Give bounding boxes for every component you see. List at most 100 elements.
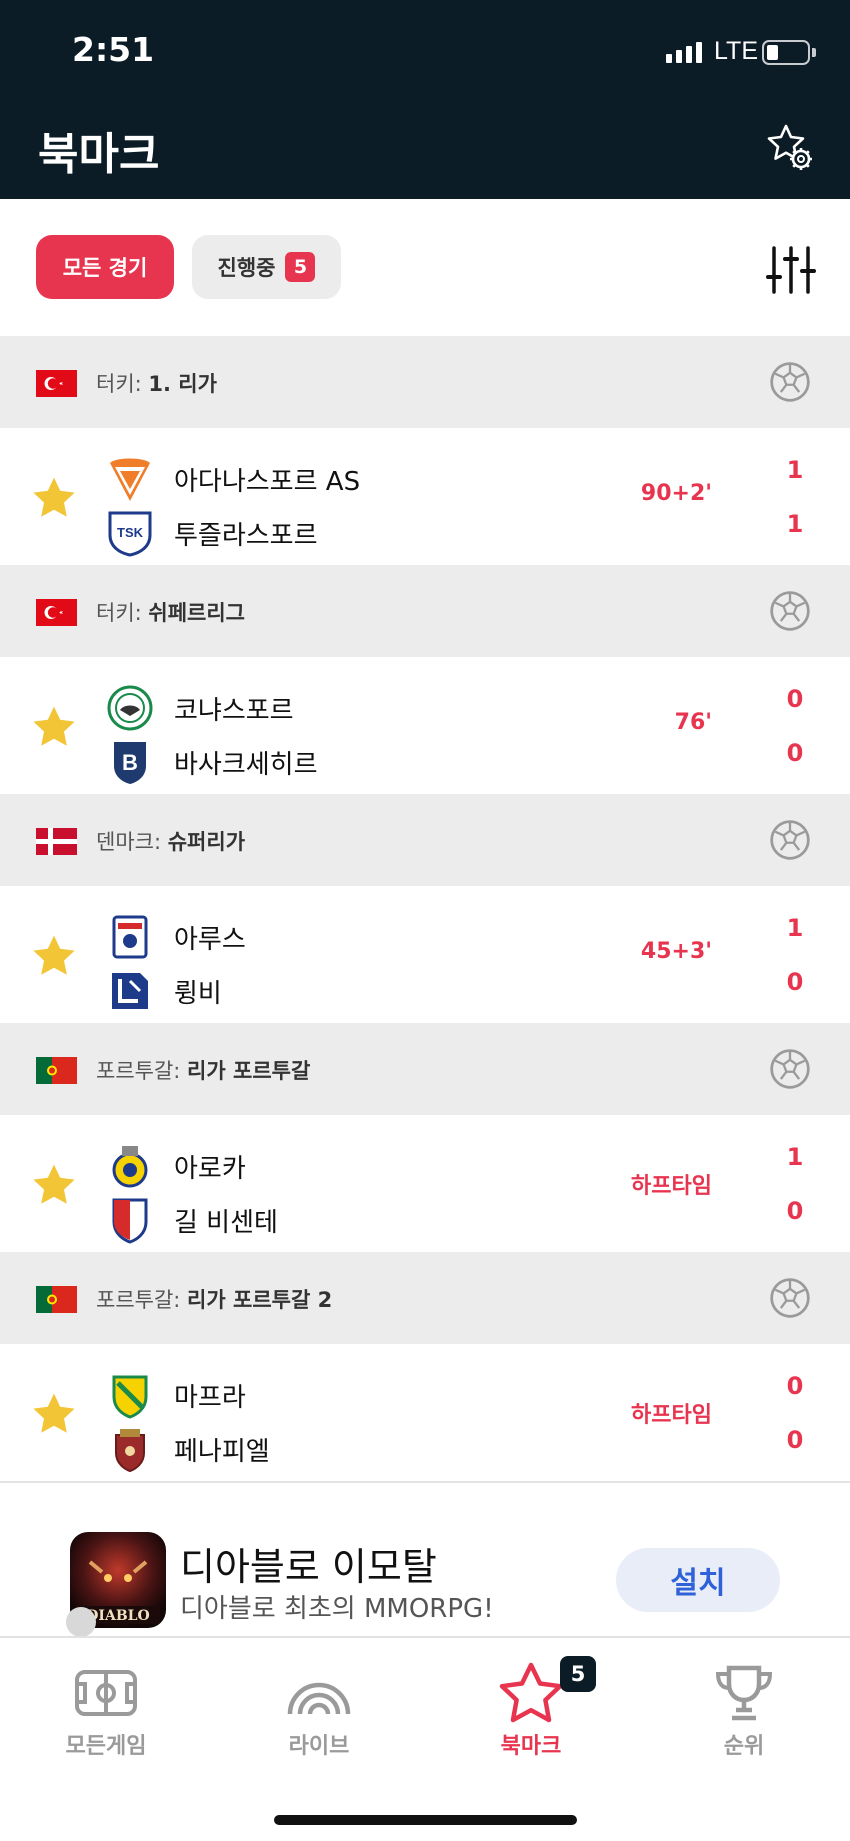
turkey-flag-icon [36, 370, 77, 397]
match-row[interactable]: 마프라 페나피엘 하프타임 0 0 [0, 1344, 850, 1481]
soccer-ball-icon [768, 589, 812, 633]
status-time: 2:51 [72, 30, 155, 69]
home-team-name: 아로카 [174, 1153, 246, 1184]
portugal-flag-icon [36, 1286, 77, 1313]
tab-label: 북마크 [500, 1734, 562, 1759]
tab-label: 라이브 [288, 1734, 350, 1759]
league-country: 포르투갈 [96, 1288, 174, 1312]
network-label: LTE [714, 37, 758, 65]
away-team: B 바사크세히르 [106, 735, 318, 789]
league-name: 터키: 1. 리가 [96, 372, 217, 396]
soccer-ball-icon [768, 1047, 812, 1091]
away-team: 륑비 [106, 964, 222, 1018]
page-title: 북마크 [38, 129, 160, 180]
league-country: 포르투갈 [96, 1059, 174, 1083]
match-time: 하프타임 [631, 1174, 712, 1199]
all-matches-chip[interactable]: 모든 경기 [36, 235, 174, 299]
install-button[interactable]: 설치 [616, 1548, 780, 1612]
bookmark-star-icon[interactable] [30, 932, 78, 980]
star-settings-button[interactable] [764, 122, 816, 174]
match-time: 45+3' [640, 939, 712, 964]
home-team-name: 아다나스포르 AS [174, 466, 361, 497]
away-score: 0 [786, 739, 804, 767]
home-indicator[interactable] [274, 1815, 577, 1825]
home-team: 코냐스포르 [106, 681, 294, 735]
away-team-name: 페나피엘 [174, 1436, 270, 1467]
battery-icon [762, 40, 810, 65]
league-title: 리가 포르투갈 [187, 1059, 311, 1083]
home-score: 1 [786, 914, 804, 942]
home-score: 1 [786, 456, 804, 484]
tab-live[interactable]: 라이브 [234, 1662, 404, 1760]
tab-label: 모든게임 [65, 1734, 147, 1759]
bookmark-star-icon[interactable] [30, 1390, 78, 1438]
league-name: 덴마크: 슈퍼리가 [96, 830, 246, 854]
list-divider [0, 1481, 850, 1483]
filter-chips: 모든 경기 진행중 5 [36, 235, 341, 299]
home-team-name: 코냐스포르 [174, 695, 294, 726]
ad-banner[interactable]: DIABLO 디아블로 이모탈 디아블로 최초의 MMORPG! 설치 [0, 1484, 850, 1637]
bottom-tab-bar: 모든게임 라이브 북마크 5 순위 [0, 1636, 850, 1841]
league-header[interactable]: 덴마크: 슈퍼리가 [0, 794, 850, 886]
trophy-icon [715, 1665, 773, 1721]
live-count-badge: 5 [285, 252, 316, 282]
adanaspor-logo-icon [110, 458, 150, 501]
match-row[interactable]: 아루스 륑비 45+3' 1 0 [0, 886, 850, 1023]
league-country: 덴마크 [96, 830, 154, 854]
filter-button[interactable] [766, 245, 816, 295]
away-score: 0 [786, 1426, 804, 1454]
agf-logo-icon [112, 915, 148, 959]
bookmark-star-icon[interactable] [30, 1161, 78, 1209]
tab-all-games[interactable]: 모든게임 [21, 1662, 191, 1760]
away-score: 0 [786, 1197, 804, 1225]
live-matches-chip[interactable]: 진행중 5 [192, 235, 341, 299]
match-row[interactable]: 코냐스포르 B 바사크세히르 76' 0 0 [0, 657, 850, 794]
tab-standings[interactable]: 순위 [659, 1662, 829, 1760]
portugal-flag-icon [36, 1057, 77, 1084]
star-gear-icon [767, 124, 812, 170]
league-header[interactable]: 포르투갈: 리가 포르투갈 2 [0, 1252, 850, 1344]
match-time: 76' [674, 710, 712, 735]
away-team: 페나피엘 [106, 1422, 270, 1476]
away-team: 길 비센테 [106, 1193, 278, 1247]
soccer-ball-icon [768, 360, 812, 404]
home-score: 1 [786, 1143, 804, 1171]
home-score: 0 [786, 685, 804, 713]
svg-text:B: B [122, 750, 138, 775]
ad-choices-icon[interactable] [66, 1607, 96, 1637]
soccer-ball-icon [768, 818, 812, 862]
away-team-name: 바사크세히르 [174, 749, 318, 780]
league-header[interactable]: 터키: 쉬페르리그 [0, 565, 850, 657]
away-score: 1 [786, 510, 804, 538]
tab-label: 순위 [723, 1734, 765, 1759]
away-team-name: 륑비 [174, 978, 222, 1009]
svg-text:TSK: TSK [117, 525, 144, 540]
match-time: 90+2' [640, 481, 712, 506]
league-header[interactable]: 터키: 1. 리가 [0, 336, 850, 428]
bookmark-star-icon[interactable] [30, 474, 78, 522]
live-icon [287, 1682, 351, 1715]
bookmark-count-badge: 5 [560, 1656, 596, 1692]
league-header[interactable]: 포르투갈: 리가 포르투갈 [0, 1023, 850, 1115]
app-header: 2:51 LTE 북마크 [0, 0, 850, 199]
match-row[interactable]: 아다나스포르 AS TSK 투즐라스포르 90+2' 1 1 [0, 428, 850, 565]
signal-icon [666, 42, 702, 63]
match-time: 하프타임 [631, 1403, 712, 1428]
league-name: 포르투갈: 리가 포르투갈 [96, 1059, 311, 1083]
ad-title: 디아블로 이모탈 [180, 1545, 437, 1589]
star-icon [499, 1662, 563, 1723]
sliders-icon [766, 246, 816, 294]
soccer-ball-icon [768, 1276, 812, 1320]
ad-subtitle: 디아블로 최초의 MMORPG! [180, 1594, 494, 1624]
league-title: 슈퍼리가 [167, 830, 246, 854]
match-row[interactable]: 아로카 길 비센테 하프타임 1 0 [0, 1115, 850, 1252]
mafra-logo-icon [112, 1375, 148, 1419]
league-country: 터키 [96, 372, 135, 396]
home-team: 아다나스포르 AS [106, 452, 360, 506]
lyngby-logo-icon [112, 973, 148, 1009]
away-team-name: 길 비센테 [174, 1207, 278, 1238]
home-score: 0 [786, 1372, 804, 1400]
league-name: 터키: 쉬페르리그 [96, 601, 246, 625]
live-chip-label: 진행중 [217, 256, 276, 280]
bookmark-star-icon[interactable] [30, 703, 78, 751]
